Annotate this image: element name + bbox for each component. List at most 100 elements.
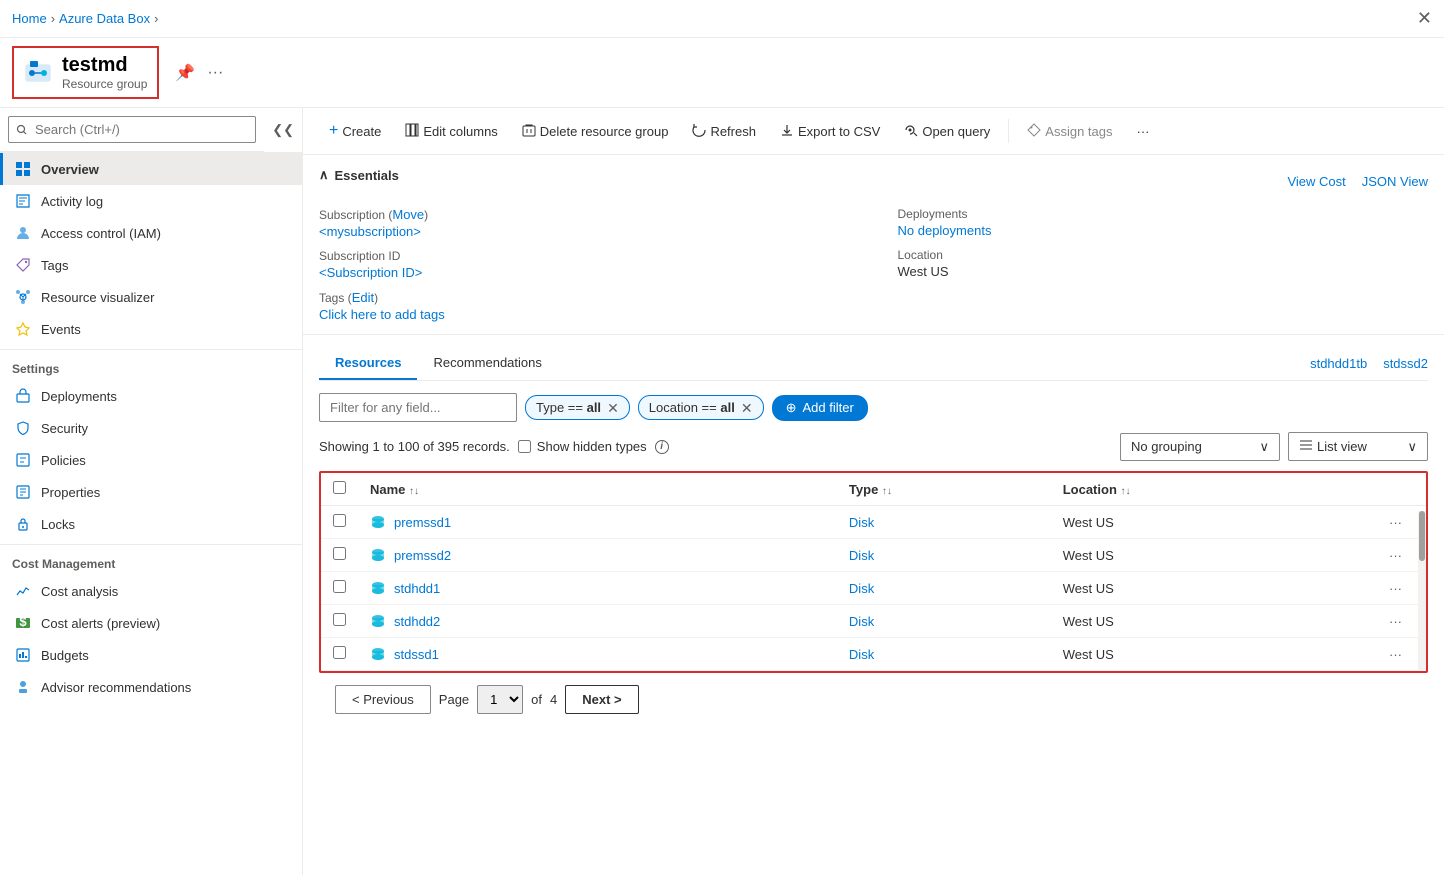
sidebar-item-cost-analysis[interactable]: Cost analysis bbox=[0, 575, 302, 607]
overview-icon bbox=[15, 161, 31, 177]
resource-type-link-2[interactable]: Disk bbox=[849, 581, 874, 596]
edit-columns-button[interactable]: Edit columns bbox=[395, 117, 507, 146]
row-checkbox-4[interactable] bbox=[333, 646, 346, 659]
type-column-header[interactable]: Type ↑↓ bbox=[837, 473, 1051, 506]
breadcrumb-azure-data-box[interactable]: Azure Data Box bbox=[59, 11, 150, 26]
row-more-actions-1[interactable]: ··· bbox=[1389, 548, 1402, 563]
sidebar-item-cost-alerts[interactable]: $ Cost alerts (preview) bbox=[0, 607, 302, 639]
resource-type-link-1[interactable]: Disk bbox=[849, 548, 874, 563]
sidebar-item-security[interactable]: Security bbox=[0, 412, 302, 444]
create-button[interactable]: + Create bbox=[319, 116, 391, 146]
refresh-button[interactable]: Refresh bbox=[682, 117, 766, 146]
sidebar-item-label-policies: Policies bbox=[41, 453, 86, 468]
row-checkbox-cell-1 bbox=[321, 539, 358, 572]
row-checkbox-3[interactable] bbox=[333, 613, 346, 626]
sidebar-item-locks[interactable]: Locks bbox=[0, 508, 302, 540]
show-hidden-types-checkbox[interactable] bbox=[518, 440, 531, 453]
type-filter-remove[interactable]: ✕ bbox=[607, 401, 619, 415]
subscription-value[interactable]: <mysubscription> bbox=[319, 224, 421, 239]
sidebar-item-deployments[interactable]: Deployments bbox=[0, 380, 302, 412]
assign-tags-button[interactable]: Assign tags bbox=[1017, 117, 1122, 146]
page-number-select[interactable]: 1 2 3 4 bbox=[477, 685, 523, 714]
resource-name-link-0[interactable]: premssd1 bbox=[370, 514, 825, 530]
previous-button[interactable]: < Previous bbox=[335, 685, 431, 714]
sidebar-item-iam[interactable]: Access control (IAM) bbox=[0, 217, 302, 249]
row-more-actions-2[interactable]: ··· bbox=[1389, 581, 1402, 596]
search-input[interactable] bbox=[8, 116, 256, 143]
sidebar-item-label-tags: Tags bbox=[41, 258, 68, 273]
show-hidden-types-label[interactable]: Show hidden types bbox=[518, 439, 647, 454]
row-name-cell-4: stdssd1 bbox=[358, 638, 837, 671]
row-actions-cell-0: ··· bbox=[1318, 506, 1426, 539]
row-checkbox-2[interactable] bbox=[333, 580, 346, 593]
resource-name-link-2[interactable]: stdhdd1 bbox=[370, 580, 825, 596]
next-button[interactable]: Next > bbox=[565, 685, 638, 714]
json-view-link[interactable]: JSON View bbox=[1362, 174, 1428, 189]
location-column-header[interactable]: Location ↑↓ bbox=[1051, 473, 1319, 506]
add-tags-link[interactable]: Click here to add tags bbox=[319, 307, 445, 322]
row-more-actions-4[interactable]: ··· bbox=[1389, 647, 1402, 662]
sidebar-item-label-activity: Activity log bbox=[41, 194, 103, 209]
sidebar-item-budgets[interactable]: Budgets bbox=[0, 639, 302, 671]
table-scrollbar-track[interactable] bbox=[1418, 511, 1426, 671]
sidebar-collapse-btn[interactable]: ❮❮ bbox=[264, 114, 302, 146]
grouping-select[interactable]: No grouping ∨ bbox=[1120, 433, 1280, 461]
deployments-value[interactable]: No deployments bbox=[898, 223, 992, 238]
resource-name-link-1[interactable]: premssd2 bbox=[370, 547, 825, 563]
row-checkbox-0[interactable] bbox=[333, 514, 346, 527]
sidebar-item-label-iam: Access control (IAM) bbox=[41, 226, 161, 241]
more-options-icon[interactable]: ··· bbox=[207, 64, 223, 82]
svg-text:$: $ bbox=[19, 615, 27, 629]
quick-link-stdhdd1tb[interactable]: stdhdd1tb bbox=[1310, 356, 1367, 371]
sidebar-item-events[interactable]: Events bbox=[0, 313, 302, 345]
sidebar-item-advisor[interactable]: Advisor recommendations bbox=[0, 671, 302, 703]
sidebar-item-label-cost-alerts: Cost alerts (preview) bbox=[41, 616, 160, 631]
info-icon[interactable]: i bbox=[655, 440, 669, 454]
security-icon bbox=[15, 420, 31, 436]
tags-edit-link[interactable]: Edit bbox=[352, 290, 374, 305]
tab-resources[interactable]: Resources bbox=[319, 347, 417, 380]
row-more-actions-3[interactable]: ··· bbox=[1389, 614, 1402, 629]
location-filter-remove[interactable]: ✕ bbox=[741, 401, 753, 415]
delete-resource-group-button[interactable]: Delete resource group bbox=[512, 117, 679, 146]
filter-input[interactable] bbox=[319, 393, 517, 422]
sidebar-item-label-visualizer: Resource visualizer bbox=[41, 290, 154, 305]
view-cost-link[interactable]: View Cost bbox=[1287, 174, 1345, 189]
quick-link-stdssd2[interactable]: stdssd2 bbox=[1383, 356, 1428, 371]
visualizer-icon bbox=[15, 289, 31, 305]
row-checkbox-1[interactable] bbox=[333, 547, 346, 560]
add-filter-button[interactable]: ⊕ Add filter bbox=[772, 395, 868, 421]
more-toolbar-button[interactable]: ··· bbox=[1126, 118, 1159, 145]
tab-recommendations[interactable]: Recommendations bbox=[417, 347, 557, 380]
policies-icon bbox=[15, 452, 31, 468]
sidebar-item-activity-log[interactable]: Activity log bbox=[0, 185, 302, 217]
sidebar-item-tags[interactable]: Tags bbox=[0, 249, 302, 281]
tag-icon bbox=[1027, 123, 1041, 140]
list-view-select[interactable]: List view ∨ bbox=[1288, 432, 1428, 461]
row-more-actions-0[interactable]: ··· bbox=[1389, 515, 1402, 530]
pin-icon[interactable]: 📌 bbox=[175, 63, 195, 83]
resource-name-link-3[interactable]: stdhdd2 bbox=[370, 613, 825, 629]
sidebar-item-policies[interactable]: Policies bbox=[0, 444, 302, 476]
resource-type-link-4[interactable]: Disk bbox=[849, 647, 874, 662]
grouping-chevron-icon: ∨ bbox=[1259, 439, 1269, 455]
close-icon[interactable]: ✕ bbox=[1417, 8, 1432, 28]
cost-section-label: Cost Management bbox=[0, 544, 302, 575]
sidebar-item-overview[interactable]: Overview bbox=[0, 153, 302, 185]
table-scrollbar-thumb[interactable] bbox=[1419, 511, 1425, 561]
resource-name-link-4[interactable]: stdssd1 bbox=[370, 646, 825, 662]
row-type-cell-1: Disk bbox=[837, 539, 1051, 572]
subscription-id-value[interactable]: <Subscription ID> bbox=[319, 265, 422, 280]
resource-type-link-0[interactable]: Disk bbox=[849, 515, 874, 530]
sidebar-item-visualizer[interactable]: Resource visualizer bbox=[0, 281, 302, 313]
open-query-button[interactable]: Open query bbox=[894, 117, 1000, 146]
sidebar-item-properties[interactable]: Properties bbox=[0, 476, 302, 508]
breadcrumb-home[interactable]: Home bbox=[12, 11, 47, 26]
name-column-header[interactable]: Name ↑↓ bbox=[358, 473, 837, 506]
select-all-checkbox[interactable] bbox=[333, 481, 346, 494]
toolbar-divider bbox=[1008, 119, 1009, 143]
export-csv-button[interactable]: Export to CSV bbox=[770, 117, 890, 146]
resource-type-link-3[interactable]: Disk bbox=[849, 614, 874, 629]
filter-bar: Type == all ✕ Location == all ✕ ⊕ Add fi… bbox=[319, 393, 1428, 422]
subscription-move-link[interactable]: Move bbox=[392, 207, 424, 222]
